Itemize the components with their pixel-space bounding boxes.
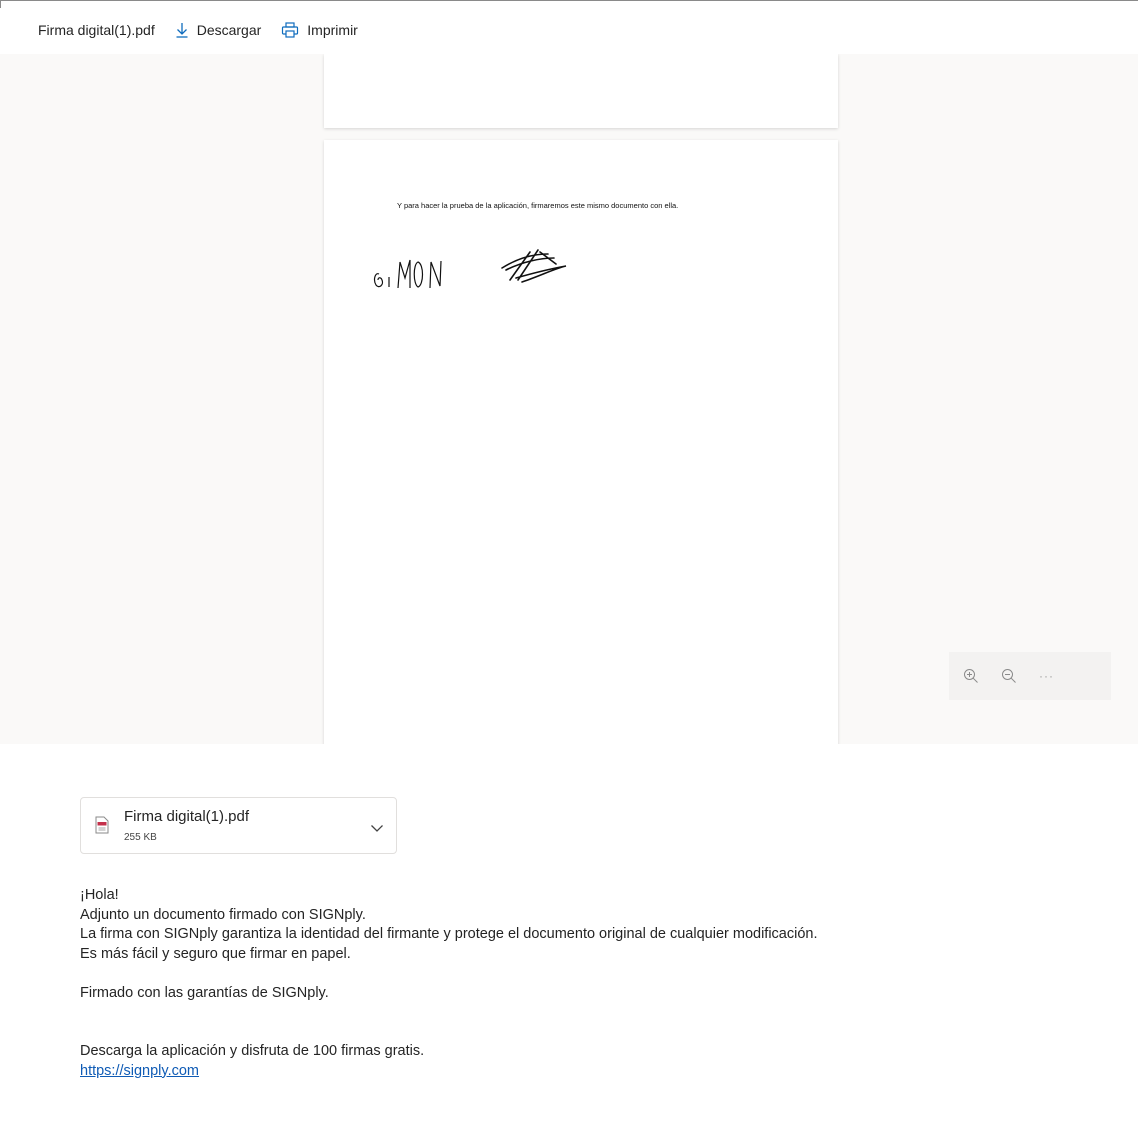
message-line: Adjunto un documento firmado con SIGNply… (80, 906, 366, 923)
chevron-down-icon (371, 825, 383, 832)
zoom-in-button[interactable] (963, 668, 979, 684)
attachment-name: Firma digital(1).pdf (124, 808, 250, 825)
download-label: Descargar (196, 22, 262, 38)
attachment-menu-button[interactable] (370, 820, 384, 838)
attachment-toolbar: Firma digital(1).pdf Descargar Imprimir (38, 18, 378, 42)
zoom-out-button[interactable] (1001, 668, 1017, 684)
zoom-out-icon (1002, 669, 1016, 683)
window-corner (0, 0, 8, 8)
pdf-preview-area[interactable]: Y para hacer la prueba de la aplicación,… (0, 54, 1138, 744)
pdf-page-2: Y para hacer la prueba de la aplicación,… (324, 140, 838, 744)
toolbar-file-name: Firma digital(1).pdf (38, 22, 155, 38)
message-signature-line: Firmado con las garantías de SIGNply. (80, 984, 329, 1001)
more-options-button[interactable]: ··· (1039, 669, 1054, 683)
attachment-size: 255 KB (124, 832, 157, 843)
handwritten-signature-name (373, 259, 442, 289)
message-line: Descarga la aplicación y disfruta de 100… (80, 1043, 425, 1059)
message-body: ¡Hola! Adjunto un documento firmado con … (80, 886, 818, 1081)
pdf-page-1 (324, 54, 838, 128)
pdf-page-text: Y para hacer la prueba de la aplicación,… (397, 201, 679, 210)
message-greeting: ¡Hola! (80, 887, 119, 903)
handwritten-signature-flourish (501, 249, 567, 283)
zoom-in-icon (964, 669, 978, 683)
zoom-controls: ··· (949, 652, 1111, 700)
message-line: La firma con SIGNply garantiza la identi… (80, 926, 818, 942)
pdf-file-icon (95, 816, 109, 834)
print-button[interactable]: Imprimir (281, 22, 358, 38)
download-button[interactable]: Descargar (175, 22, 262, 38)
signply-link[interactable]: https://signply.com (80, 1063, 199, 1079)
print-label: Imprimir (307, 22, 358, 38)
printer-icon (282, 22, 299, 38)
download-icon (176, 23, 188, 38)
attachment-card[interactable]: Firma digital(1).pdf 255 KB (80, 797, 397, 854)
message-line: Es más fácil y seguro que firmar en pape… (80, 945, 351, 962)
window-border-top (0, 0, 1138, 1)
